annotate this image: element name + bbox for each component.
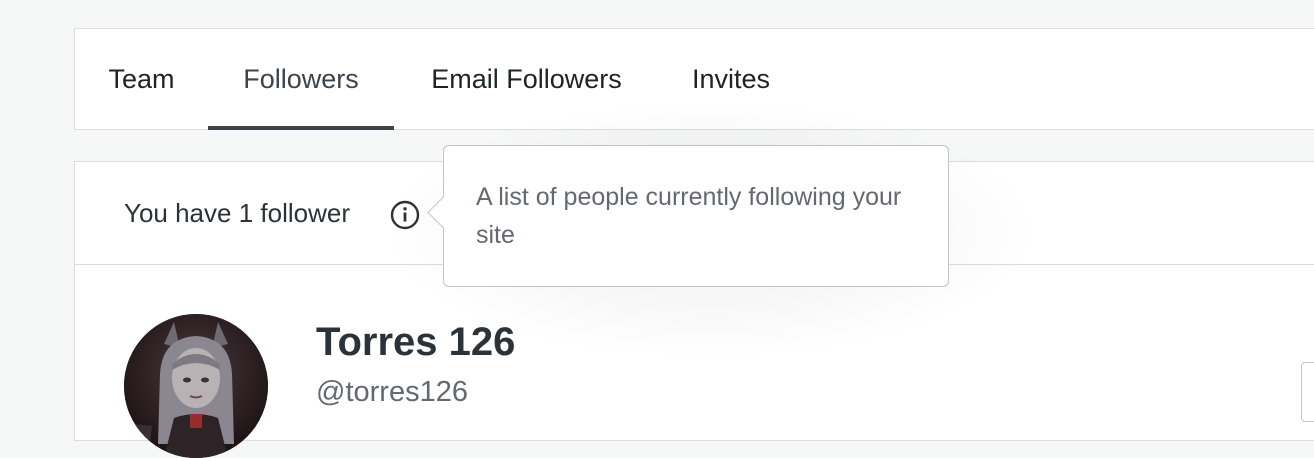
- follower-handle: @torres126: [316, 376, 468, 408]
- section-nav: Team Followers Email Followers Invites: [74, 28, 1314, 130]
- tab-followers[interactable]: Followers: [208, 29, 394, 130]
- tab-email-followers[interactable]: Email Followers: [394, 29, 659, 129]
- avatar[interactable]: [124, 314, 268, 458]
- tab-team[interactable]: Team: [75, 29, 208, 129]
- follower-count: You have 1 follower: [124, 198, 350, 228]
- tab-invites[interactable]: Invites: [659, 29, 803, 129]
- follower-actions-button[interactable]: [1301, 362, 1314, 422]
- follower-name[interactable]: Torres 126: [316, 320, 515, 365]
- info-tooltip: A list of people currently following you…: [427, 145, 949, 287]
- info-icon[interactable]: [390, 200, 420, 230]
- tooltip-text: A list of people currently following you…: [476, 183, 902, 249]
